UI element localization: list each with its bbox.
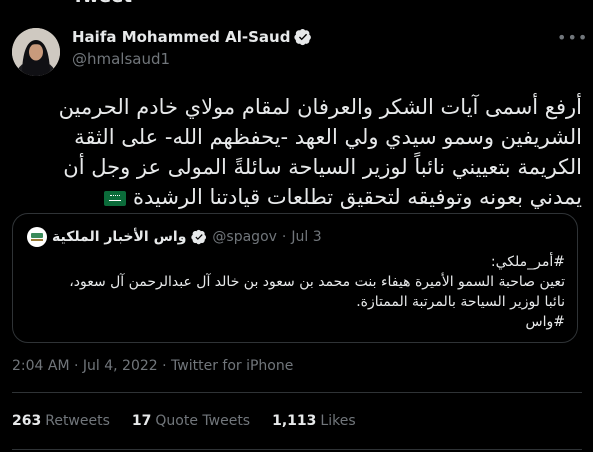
author-name-row[interactable]: Haifa Mohammed Al-Saud (72, 27, 312, 47)
retweets-count: 263 (12, 413, 42, 429)
more-options-icon[interactable]: ••• (557, 28, 587, 48)
avatar-image (12, 28, 60, 76)
saudi-flag-icon (104, 191, 127, 206)
likes-label: Likes (320, 413, 356, 429)
quoted-author-handle: @spagov (212, 229, 277, 245)
quoted-tweet-header: واس الأخبار الملكية @spagov · Jul 3 (27, 227, 322, 247)
quoted-author-name: واس الأخبار الملكية (52, 229, 187, 245)
quoted-separator: · (281, 229, 287, 245)
author-handle[interactable]: @hmalsaud1 (72, 49, 312, 69)
quote-tweets-label: Quote Tweets (155, 413, 251, 429)
tweet-page: Tweet Haifa Mohammed Al-Saud @hmalsaud1 … (0, 0, 593, 452)
retweets-label: Retweets (45, 413, 110, 429)
likes-count: 1,113 (272, 413, 317, 429)
verified-badge-icon (294, 28, 312, 46)
retweets-stat[interactable]: 263 Retweets (12, 413, 110, 429)
quoted-line: تعين صاحبة السمو الأميرة هيفاء بنت محمد … (69, 274, 565, 290)
tweet-timestamp[interactable]: 2:04 AM · Jul 4, 2022 · Twitter for iPho… (12, 358, 293, 374)
tweet-text: أرفع أسمى آيات الشكر والعرفان لمقام مولا… (12, 92, 582, 212)
quoted-line: نائبا لوزير السياحة بالمرتبة الممتازة. (356, 294, 565, 310)
quote-tweets-stat[interactable]: 17 Quote Tweets (132, 413, 250, 429)
engagement-stats: 263 Retweets 17 Quote Tweets 1,113 Likes (12, 413, 356, 429)
avatar[interactable] (12, 28, 60, 76)
quoted-tweet[interactable]: واس الأخبار الملكية @spagov · Jul 3 #أمر… (12, 213, 578, 343)
author-name[interactable]: Haifa Mohammed Al-Saud (72, 27, 290, 47)
divider (12, 449, 582, 450)
quoted-tweet-body: #أمر_ملكي: تعين صاحبة السمو الأميرة هيفا… (25, 252, 565, 332)
tweet-text-body: أرفع أسمى آيات الشكر والعرفان لمقام مولا… (58, 95, 582, 209)
page-header-title: Tweet (0, 0, 593, 8)
quoted-line: #أمر_ملكي: (490, 254, 565, 270)
quoted-date: Jul 3 (291, 229, 322, 245)
quoted-verified-badge-icon (191, 229, 207, 245)
quote-tweets-count: 17 (131, 413, 152, 429)
divider (12, 392, 582, 393)
likes-stat[interactable]: 1,113 Likes (272, 413, 356, 429)
quoted-avatar (27, 227, 47, 247)
quoted-line: #واس (525, 314, 565, 330)
author-block: Haifa Mohammed Al-Saud @hmalsaud1 (72, 27, 312, 69)
